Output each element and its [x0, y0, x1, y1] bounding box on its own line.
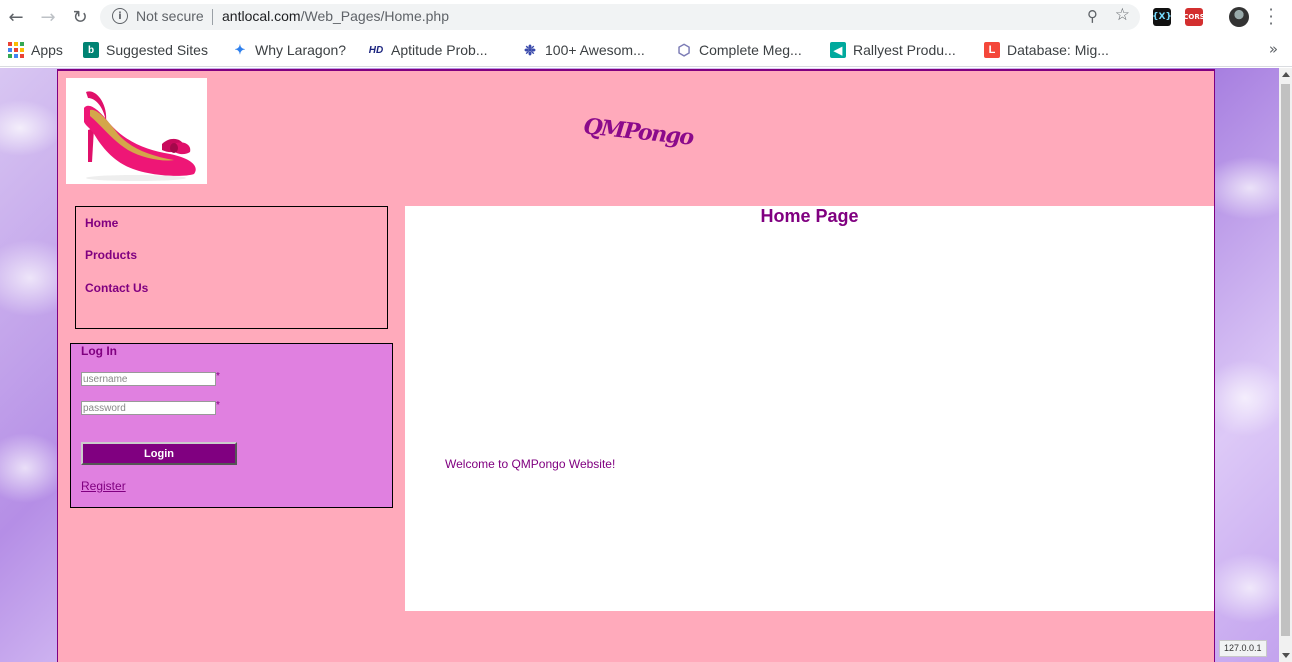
- nav-products-link[interactable]: Products: [85, 248, 137, 262]
- cors-extension-icon[interactable]: CORS: [1183, 8, 1205, 26]
- rallyest-icon: ◀: [830, 42, 846, 58]
- address-bar[interactable]: i Not secure antlocal.com/Web_Pages/Home…: [100, 4, 1140, 30]
- username-required-mark: *: [216, 371, 220, 382]
- forward-arrow-icon[interactable]: →: [37, 6, 59, 28]
- login-title: Log In: [81, 344, 117, 358]
- bookmark-aptitude[interactable]: HD Aptitude Prob...: [368, 41, 488, 59]
- bookmark-label: Aptitude Prob...: [391, 42, 488, 58]
- address-divider: [212, 9, 213, 25]
- nav-menu: Home Products Contact Us: [75, 206, 388, 329]
- bookmark-complete-meg[interactable]: ⬡ Complete Meg...: [676, 41, 802, 59]
- bookmark-label: Complete Meg...: [699, 42, 802, 58]
- page-viewport: QMPongo Home Products Contact Us Log In …: [0, 68, 1279, 662]
- bookmark-label: Suggested Sites: [106, 42, 208, 58]
- laravel-icon: L: [984, 42, 1000, 58]
- bookmarks-overflow-icon[interactable]: »: [1269, 40, 1278, 58]
- bookmark-why-laragon[interactable]: ✦ Why Laragon?: [232, 41, 347, 59]
- info-icon[interactable]: i: [112, 8, 128, 24]
- bookmarks-bar: Apps b Suggested Sites ✦ Why Laragon? HD…: [0, 34, 1292, 67]
- bookmark-label: 100+ Awesom...: [545, 42, 645, 58]
- bookmark-star-icon[interactable]: ☆: [1115, 5, 1130, 25]
- apps-grid-icon: [8, 42, 24, 58]
- bookmark-label: Apps: [31, 42, 63, 58]
- cube-icon: ⬡: [677, 42, 691, 59]
- pink-heel-shoe-image: [66, 78, 207, 184]
- back-arrow-icon[interactable]: ←: [5, 6, 27, 28]
- username-input[interactable]: [81, 372, 216, 386]
- hd-icon: HD: [368, 44, 384, 56]
- welcome-text: Welcome to QMPongo Website!: [445, 457, 616, 471]
- scroll-down-arrow-icon[interactable]: [1282, 653, 1290, 658]
- zoom-icon[interactable]: ⚲: [1087, 7, 1098, 25]
- url-text[interactable]: antlocal.com/Web_Pages/Home.php: [222, 8, 449, 24]
- nav-home-link[interactable]: Home: [85, 216, 118, 230]
- bookmark-awesome[interactable]: ❉ 100+ Awesom...: [522, 41, 645, 59]
- page-scrollbar[interactable]: [1279, 68, 1292, 662]
- awesome-icon: ❉: [524, 41, 536, 58]
- bookmark-apps[interactable]: Apps: [8, 41, 63, 59]
- bookmark-label: Why Laragon?: [255, 42, 347, 58]
- bookmark-label: Database: Mig...: [1007, 42, 1109, 58]
- menu-dots-icon[interactable]: · · ·: [1264, 2, 1278, 32]
- bookmark-label: Rallyest Produ...: [853, 42, 956, 58]
- browser-toolbar: ← → ↻ i Not secure antlocal.com/Web_Page…: [0, 0, 1292, 34]
- url-path: /Web_Pages/Home.php: [300, 8, 449, 24]
- bing-icon: b: [83, 42, 99, 58]
- x-extension-icon[interactable]: {X}: [1152, 8, 1172, 26]
- url-host: antlocal.com: [222, 8, 301, 24]
- status-url-bubble: 127.0.0.1: [1219, 640, 1267, 657]
- laragon-icon: ✦: [234, 42, 246, 57]
- password-required-mark: *: [216, 400, 220, 411]
- security-label[interactable]: Not secure: [136, 8, 204, 24]
- bookmark-database[interactable]: L Database: Mig...: [984, 41, 1109, 59]
- bookmark-rallyest[interactable]: ◀ Rallyest Produ...: [830, 41, 956, 59]
- profile-avatar[interactable]: [1229, 7, 1249, 27]
- nav-contact-us-link[interactable]: Contact Us: [85, 281, 148, 295]
- page-title: Home Page: [760, 206, 859, 226]
- site-title: QMPongo: [582, 113, 694, 151]
- scrollbar-thumb[interactable]: [1281, 84, 1290, 636]
- password-input[interactable]: [81, 401, 216, 415]
- reload-icon[interactable]: ↻: [69, 6, 91, 28]
- bookmark-suggested-sites[interactable]: b Suggested Sites: [83, 41, 208, 59]
- site-wrapper: QMPongo Home Products Contact Us Log In …: [57, 69, 1215, 662]
- main-content: Home Page Welcome to QMPongo Website!: [405, 206, 1214, 611]
- shoe-logo: [66, 78, 207, 184]
- register-link[interactable]: Register: [81, 479, 126, 493]
- login-panel: Log In * * Login Register: [70, 343, 393, 508]
- scroll-up-arrow-icon[interactable]: [1282, 72, 1290, 77]
- login-button[interactable]: Login: [81, 442, 237, 465]
